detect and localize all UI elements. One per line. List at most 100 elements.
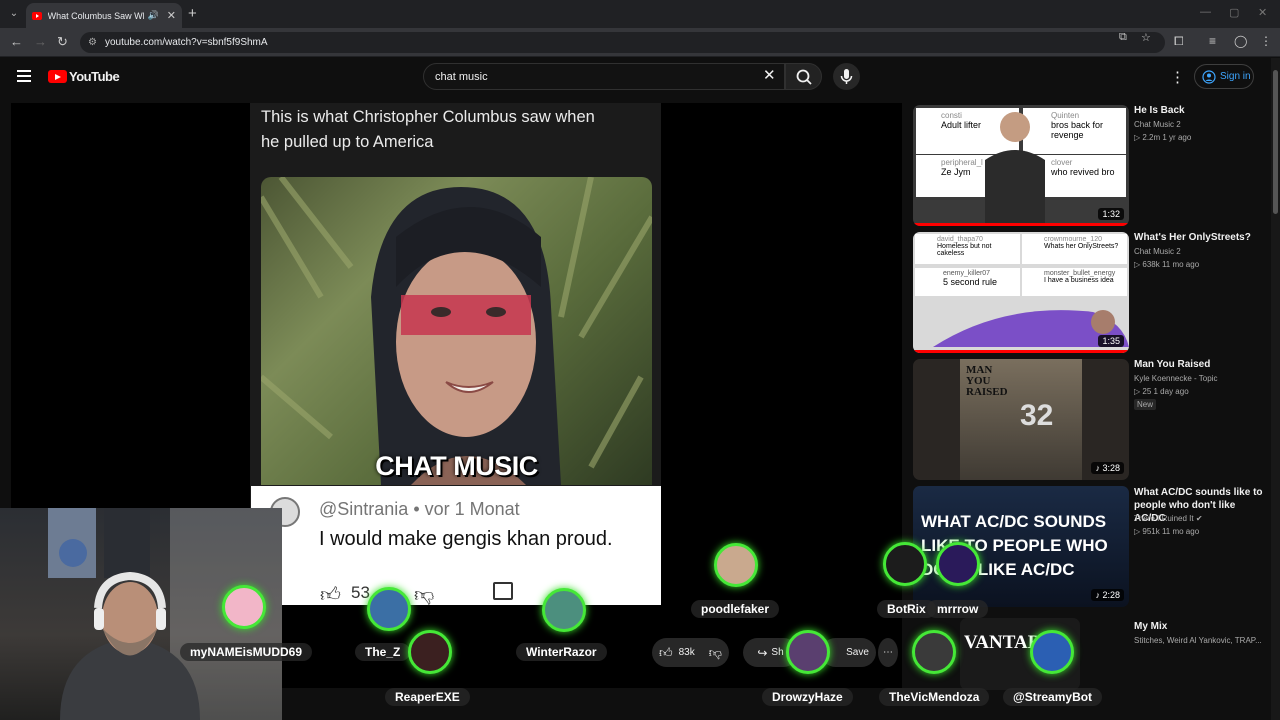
hamburger-menu-icon[interactable]: [17, 70, 31, 82]
caption-line-2: he pulled up to America: [261, 133, 434, 151]
man-figure-illustration: [985, 112, 1045, 226]
recommendation-thumbnail-2[interactable]: david_thapa70 Homeless but not cakeless c…: [913, 232, 1129, 353]
site-info-icon[interactable]: ⚙: [88, 37, 97, 48]
youtube-logo-text[interactable]: YouTube: [69, 69, 120, 84]
bookmark-star-icon[interactable]: ☆: [1141, 31, 1151, 44]
recommendation-channel-4[interactable]: There I Ruined It ✔: [1134, 514, 1203, 523]
browser-menu-icon[interactable]: ⋮: [1260, 34, 1272, 48]
forward-icon[interactable]: →: [34, 34, 47, 49]
album-art: MAN YOU RAISED 32: [960, 359, 1082, 480]
maximize-icon[interactable]: ▢: [1229, 6, 1239, 19]
chat-avatar: [222, 585, 266, 629]
recommendation-channel-5[interactable]: Stitches, Weird Al Yankovic, TRAP...: [1134, 636, 1262, 645]
new-tab-icon[interactable]: +: [188, 5, 197, 22]
chat-username: WinterRazor: [516, 643, 607, 661]
video-caption: This is what Christopher Columbus saw wh…: [261, 105, 651, 155]
account-icon: [1202, 69, 1216, 84]
reload-icon[interactable]: ↻: [57, 34, 68, 50]
install-app-icon[interactable]: ⧉: [1119, 31, 1127, 44]
chat-username: myNAMEisMUDD69: [180, 643, 313, 661]
recommendation-title-2[interactable]: What's Her OnlyStreets?: [1134, 231, 1264, 244]
browser-tab[interactable]: What Columbus Saw When 🔊 ✕: [26, 3, 182, 28]
like-dislike-buttons: 👍︎ 83k 👎︎: [652, 638, 729, 667]
verified-icon: ✔: [1195, 514, 1203, 523]
recommendation-thumbnail-3[interactable]: MAN YOU RAISED 32 ♪ 3:28: [913, 359, 1129, 480]
duration-badge: 1:32: [1098, 208, 1124, 220]
comment-handle: @Sintrania • vor 1 Monat: [319, 499, 520, 519]
chat-username: DrowzyHaze: [762, 688, 853, 706]
comment-reply-icon: [493, 582, 513, 600]
mini-comment: david_thapa70 Homeless but not cakeless: [915, 234, 1020, 264]
search-icon: [796, 69, 812, 85]
recommendation-channel-3[interactable]: Kyle Koennecke - Topic: [1134, 374, 1217, 383]
recommendation-channel-1[interactable]: Chat Music 2: [1134, 120, 1181, 129]
chat-username: The_Z: [355, 643, 411, 661]
clear-search-icon[interactable]: ✕: [763, 66, 776, 84]
more-actions-icon[interactable]: ⋯: [878, 638, 898, 667]
recommendation-channel-2[interactable]: Chat Music 2: [1134, 247, 1181, 256]
portrait-illustration: [261, 177, 652, 485]
chat-avatar: [936, 542, 980, 586]
watch-progress-bar: [913, 223, 1129, 226]
sign-in-button[interactable]: Sign in: [1194, 64, 1254, 89]
share-label: Sh: [771, 647, 784, 658]
duration-badge: ♪ 2:28: [1091, 589, 1124, 601]
tab-search-icon[interactable]: ⌄: [6, 6, 22, 22]
browser-toolbar: ← → ↻ ⚙ youtube.com/watch?v=sbnf5f9ShmA …: [0, 28, 1280, 57]
comment-dislike-icon: 👎︎: [414, 584, 435, 606]
recommendation-title-3[interactable]: Man You Raised: [1134, 358, 1264, 371]
url-text: youtube.com/watch?v=sbnf5f9ShmA: [104, 37, 268, 48]
tab-title: What Columbus Saw When: [47, 10, 144, 21]
chat-avatar: [786, 630, 830, 674]
chat-avatar: [408, 630, 452, 674]
extensions-icon[interactable]: ⧠: [1174, 34, 1184, 49]
chat-username: mrrrow: [927, 600, 989, 618]
chat-avatar: [912, 630, 956, 674]
like-icon[interactable]: 👍︎: [659, 645, 673, 661]
duration-badge: ♪ 3:28: [1091, 462, 1124, 474]
recommendation-meta-1: ▷ 2.2m 1 yr ago: [1134, 133, 1192, 142]
recommendation-thumbnail-1[interactable]: consti Adult lifter Quinten bros back for …: [913, 105, 1129, 226]
profile-icon[interactable]: ◯: [1234, 34, 1247, 48]
search-value: chat music: [435, 70, 488, 83]
comment-like-count: 53: [351, 583, 370, 602]
comment-like-icon: 👍︎: [320, 584, 341, 606]
chat-username: poodlefaker: [691, 600, 780, 618]
youtube-logo-icon[interactable]: [48, 70, 67, 83]
chat-username: @StreamyBot: [1003, 688, 1103, 706]
search-button[interactable]: [785, 63, 822, 90]
chat-username: TheVicMendoza: [879, 688, 990, 706]
dislike-icon[interactable]: 👎︎: [709, 645, 722, 661]
media-control-icon[interactable]: ≡: [1209, 34, 1216, 48]
sleeping-figure-illustration: [933, 310, 1129, 347]
recommendation-title-5[interactable]: My Mix: [1134, 620, 1264, 633]
close-window-icon[interactable]: ✕: [1258, 6, 1267, 19]
chat-music-label: CHAT MUSIC: [375, 451, 538, 481]
sign-in-label: Sign in: [1220, 71, 1251, 82]
tab-close-icon[interactable]: ✕: [167, 9, 176, 22]
settings-menu-icon[interactable]: ⋮: [1170, 68, 1185, 86]
scrollbar-thumb[interactable]: [1273, 70, 1278, 214]
search-input[interactable]: chat music: [423, 63, 785, 90]
microphone-icon: [840, 69, 853, 84]
address-bar[interactable]: ⚙ youtube.com/watch?v=sbnf5f9ShmA: [80, 32, 1165, 53]
recommendation-meta-4: ▷ 951k 11 mo ago: [1134, 527, 1200, 536]
recommendation-title-1[interactable]: He Is Back: [1134, 104, 1264, 117]
chat-avatar: [883, 542, 927, 586]
watch-progress-bar: [913, 350, 1129, 353]
album-art-text: MAN YOU RAISED: [966, 364, 1008, 398]
audio-playing-icon[interactable]: 🔊: [148, 10, 159, 21]
chat-avatar: [367, 587, 411, 631]
recommendation-meta-3: ▷ 25 1 day ago: [1134, 387, 1189, 396]
jersey-number: 32: [1020, 399, 1054, 432]
chat-username: ReaperEXE: [385, 688, 470, 706]
new-badge: New: [1134, 399, 1157, 410]
voice-search-button[interactable]: [833, 63, 860, 90]
minimize-icon[interactable]: —: [1200, 6, 1211, 18]
back-icon[interactable]: ←: [10, 34, 23, 49]
like-count[interactable]: 83k: [679, 647, 695, 658]
video-photo: [261, 177, 652, 485]
comment-text: I would make gengis khan proud.: [319, 528, 613, 550]
share-icon: ↪: [757, 645, 768, 660]
youtube-favicon-icon: [32, 11, 42, 20]
